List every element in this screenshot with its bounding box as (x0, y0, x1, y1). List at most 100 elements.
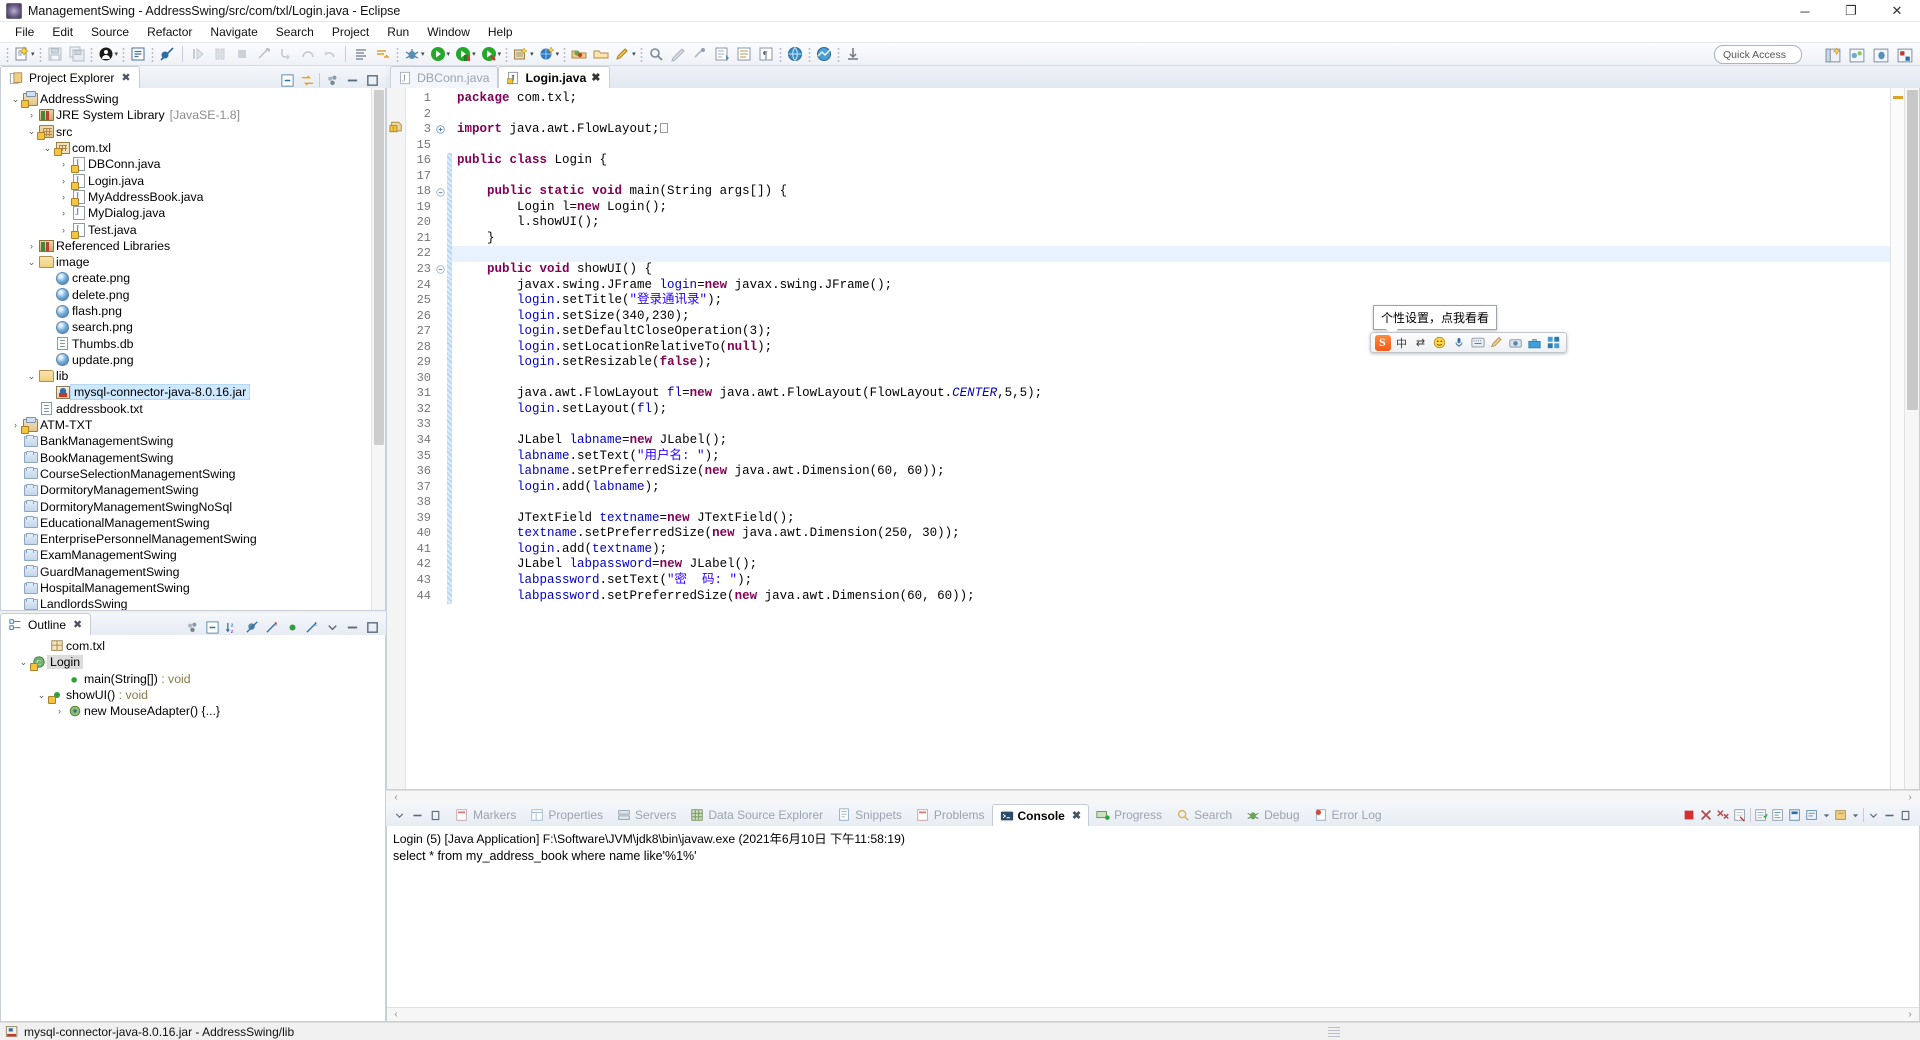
tab-outline[interactable]: Outline ✖ (0, 613, 91, 635)
collapse-all-icon[interactable] (204, 619, 220, 635)
tree-item[interactable]: ⌄image (1, 254, 385, 270)
code-line[interactable]: textname.setPreferredSize(new java.awt.D… (452, 526, 1890, 542)
maximize-icon[interactable] (1899, 809, 1912, 822)
debug-dropdown[interactable]: ▾ (115, 50, 119, 58)
new-project-dropdown[interactable]: ▾ (530, 50, 534, 58)
console-tab-error-log[interactable]: Error Log (1307, 804, 1389, 826)
console-tab-progress[interactable]: Progress (1089, 804, 1169, 826)
link-with-editor-icon[interactable] (299, 72, 315, 88)
step-into-icon[interactable] (276, 44, 296, 64)
tree-item[interactable]: ⌄src (1, 124, 385, 140)
chevron-down-icon[interactable]: ⌄ (35, 687, 48, 703)
console-dropdown-icon[interactable] (1822, 811, 1831, 820)
external-tools-icon[interactable] (479, 44, 499, 64)
display-selected-console-icon[interactable] (1805, 808, 1819, 822)
code-line[interactable]: labname.setText("用户名: "); (452, 449, 1890, 465)
tree-item[interactable]: DormitoryManagementSwingNoSql (1, 498, 385, 514)
toolbox-icon[interactable] (1526, 334, 1543, 351)
menu-project[interactable]: Project (323, 23, 378, 41)
new-annotation-dropdown[interactable]: ▾ (632, 50, 636, 58)
code-line[interactable] (452, 246, 1890, 262)
new-java-class-icon[interactable] (128, 44, 148, 64)
hide-static-icon[interactable]: S (264, 619, 280, 635)
view-menu-icon[interactable] (324, 72, 340, 88)
code-line[interactable]: public void showUI() { (452, 262, 1890, 278)
code-line[interactable]: login.add(textname); (452, 542, 1890, 558)
remove-launch-icon[interactable] (1699, 808, 1713, 822)
tree-item[interactable]: ⌄lib (1, 368, 385, 384)
code-line[interactable] (452, 107, 1890, 123)
search-icon[interactable] (646, 44, 666, 64)
fold-collapse-icon[interactable] (434, 184, 447, 200)
menu-window[interactable]: Window (418, 23, 479, 41)
code-line[interactable]: login.setTitle("登录通讯录"); (452, 293, 1890, 309)
perspective-ee-icon[interactable] (1895, 45, 1915, 65)
tree-item[interactable]: mysql-connector-java-8.0.16.jar (1, 384, 385, 400)
editor-overview-ruler[interactable] (1890, 88, 1904, 789)
outline-item[interactable]: com.txl (1, 638, 385, 654)
chevron-right-icon[interactable]: › (57, 156, 70, 172)
fold-expand-icon[interactable] (434, 122, 447, 138)
scroll-lock-icon[interactable] (1754, 808, 1768, 822)
console-tab-console[interactable]: Console✖ (992, 804, 1090, 826)
scroll-right-arrow[interactable]: › (1901, 1009, 1919, 1020)
ime-toolbar[interactable]: 中 ⇄ (1370, 332, 1567, 353)
fold-collapse-icon[interactable] (434, 262, 447, 278)
tree-item[interactable]: ›DBConn.java (1, 156, 385, 172)
chevron-down-icon[interactable]: ⌄ (25, 254, 38, 270)
chevron-right-icon[interactable]: › (57, 222, 70, 238)
chevron-right-icon[interactable]: › (53, 703, 66, 719)
tree-item[interactable]: EducationalManagementSwing (1, 515, 385, 531)
minimize-icon[interactable] (1883, 809, 1896, 822)
tree-item[interactable]: ›ATM-TXT (1, 417, 385, 433)
console-tab-debug[interactable]: Debug (1239, 804, 1306, 826)
tree-item[interactable]: ›Test.java (1, 221, 385, 237)
outline-tree[interactable]: com.txl⌄CLoginmain(String[]) : void⌄show… (1, 635, 385, 719)
code-line[interactable]: login.setResizable(false); (452, 355, 1890, 371)
tree-item[interactable]: ⌄AddressSwing (1, 91, 385, 107)
chinese-mode-icon[interactable]: 中 (1393, 334, 1410, 351)
hide-fields-icon[interactable] (244, 619, 260, 635)
next-member-icon[interactable] (712, 44, 732, 64)
collapse-all-icon[interactable] (279, 72, 295, 88)
code-line[interactable]: public class Login { (452, 153, 1890, 169)
toolbar-drag-handle[interactable] (6, 46, 9, 62)
word-wrap-icon[interactable] (1771, 808, 1785, 822)
debug-bug-icon[interactable] (402, 44, 422, 64)
code-line[interactable]: login.add(labname); (452, 480, 1890, 496)
code-line[interactable]: l.showUI(); (452, 215, 1890, 231)
new-wizard-icon[interactable] (12, 44, 32, 64)
chevron-right-icon[interactable]: › (25, 107, 38, 123)
editor-marker-bar[interactable]: ! (387, 88, 406, 789)
coverage-dropdown[interactable]: ▾ (472, 50, 476, 58)
outline-item[interactable]: main(String[]) : void (1, 671, 385, 687)
editor-horizontal-scrollbar[interactable]: ‹ › (386, 790, 1920, 804)
tree-item[interactable]: ›MyAddressBook.java (1, 189, 385, 205)
remove-all-terminated-icon[interactable] (1716, 808, 1730, 822)
editor-folding-bar[interactable] (434, 88, 447, 789)
console-tab-snippets[interactable]: Snippets (830, 804, 909, 826)
previous-member-icon[interactable] (734, 44, 754, 64)
emoji-icon[interactable] (1431, 334, 1448, 351)
new-wizard-dropdown[interactable]: ▾ (31, 50, 35, 58)
chevron-right-icon[interactable]: › (25, 238, 38, 254)
console-tab-properties[interactable]: Properties (523, 804, 610, 826)
toggle-breakpoint-icon[interactable] (157, 44, 177, 64)
tree-item[interactable]: EnterprisePersonnelManagementSwing (1, 531, 385, 547)
tree-item[interactable]: DormitoryManagementSwing (1, 482, 385, 498)
menu-run[interactable]: Run (378, 23, 418, 41)
chevron-right-icon[interactable]: › (57, 189, 70, 205)
tree-item[interactable]: delete.png (1, 287, 385, 303)
external-tools-dropdown[interactable]: ▾ (498, 50, 502, 58)
minimize-button[interactable]: ─ (1782, 0, 1828, 22)
resume-icon[interactable] (188, 44, 208, 64)
chevron-down-icon[interactable]: ⌄ (41, 140, 54, 156)
open-resource-icon[interactable] (591, 44, 611, 64)
tree-item[interactable]: HospitalManagementSwing (1, 580, 385, 596)
perspective-debug-icon[interactable] (1871, 45, 1891, 65)
tab-project-explorer[interactable]: Project Explorer ✖ (0, 66, 140, 88)
perspective-java-icon[interactable] (1847, 45, 1867, 65)
run-history-dropdown[interactable]: ▾ (447, 50, 451, 58)
editor-code[interactable]: package com.txl; import java.awt.FlowLay… (452, 88, 1890, 789)
open-type-icon[interactable] (569, 44, 589, 64)
